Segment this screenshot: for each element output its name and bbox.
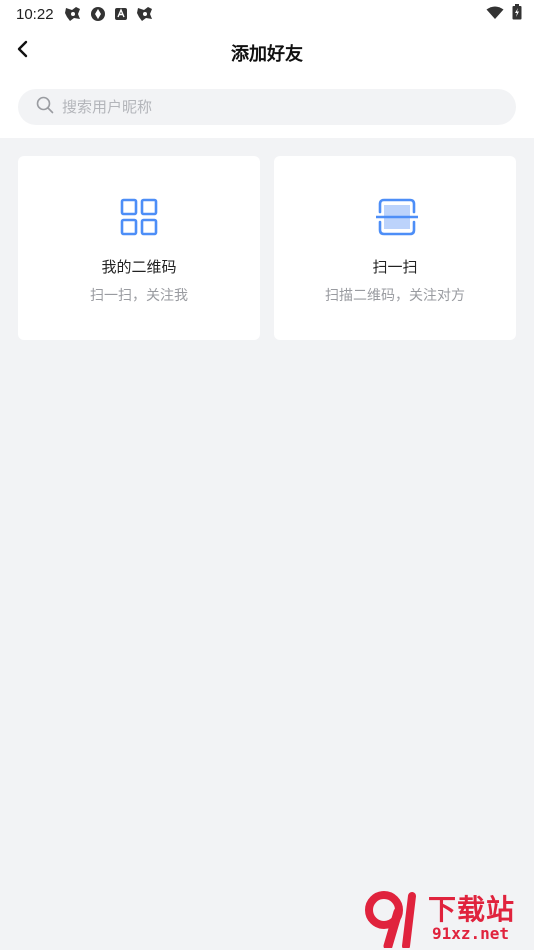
- search-input[interactable]: [62, 98, 482, 116]
- android-icon: [114, 7, 128, 21]
- battery-icon: [512, 4, 522, 24]
- scan-card[interactable]: 扫一扫 扫描二维码，关注对方: [274, 156, 516, 340]
- page-title: 添加好友: [231, 44, 303, 65]
- navigation-bar: 添加好友: [0, 30, 534, 76]
- card-subtitle: 扫一扫，关注我: [90, 288, 188, 304]
- status-time: 10:22: [16, 5, 54, 23]
- search-bar[interactable]: [18, 89, 516, 125]
- search-icon: [36, 96, 54, 118]
- my-qr-code-card[interactable]: 我的二维码 扫一扫，关注我: [18, 156, 260, 340]
- card-subtitle: 扫描二维码，关注对方: [325, 288, 465, 304]
- wifi-icon: [486, 5, 504, 24]
- card-title: 我的二维码: [101, 258, 177, 276]
- card-title: 扫一扫: [372, 258, 418, 276]
- game-icon: [136, 6, 154, 22]
- game-icon: [64, 6, 82, 22]
- status-system-icons: [486, 4, 522, 24]
- watermark-logo-icon: [362, 890, 424, 950]
- top-bar: 10:22 添加好友 搜索用户昵称: [0, 0, 534, 138]
- watermark-url: 91xz.net: [432, 924, 510, 943]
- watermark: 下载站 91xz.net: [362, 888, 534, 950]
- app-icon: [90, 6, 106, 22]
- qr-code-icon: [120, 198, 158, 236]
- status-notification-icons: [64, 6, 154, 22]
- watermark-text: 下载站: [428, 893, 516, 926]
- scan-icon: [375, 198, 419, 236]
- status-bar: 10:22: [0, 0, 534, 28]
